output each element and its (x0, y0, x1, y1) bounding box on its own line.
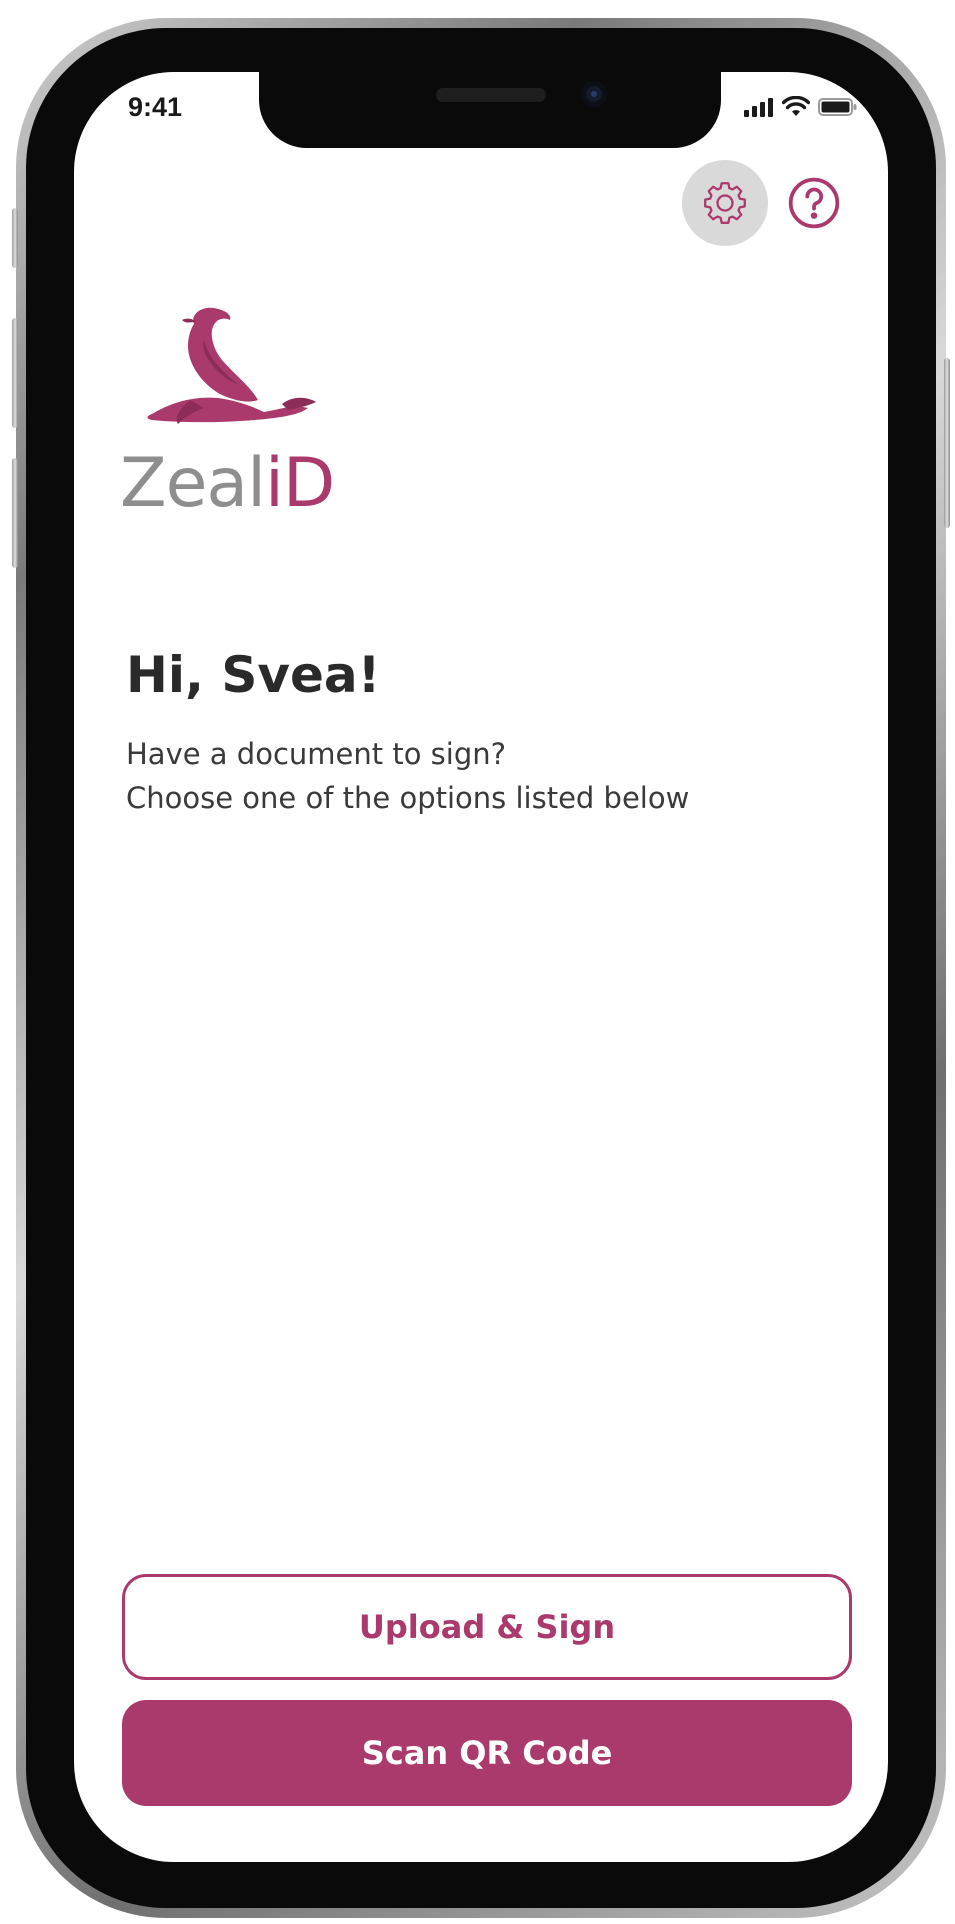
phone-frame: 9:41 ZealiD Hi, Svea! Have a document to… (12, 18, 950, 1918)
phone-side-button (12, 458, 18, 568)
battery-icon (818, 98, 857, 116)
help-button[interactable] (784, 173, 844, 233)
brand-name-part1: Zeal (120, 444, 266, 523)
notch (259, 72, 721, 148)
status-time: 9:41 (128, 92, 183, 122)
phone-bezel: 9:41 ZealiD Hi, Svea! Have a document to… (26, 28, 936, 1908)
question-circle-icon (788, 177, 840, 229)
brand-name-part2: iD (264, 444, 335, 523)
subtitle-line-2: Choose one of the options listed below (126, 781, 690, 815)
phone-side-button (12, 318, 18, 428)
greeting-heading: Hi, Svea! (126, 646, 381, 704)
sea-lion-logo (122, 300, 322, 445)
gear-icon (704, 182, 746, 224)
subtitle-line-1: Have a document to sign? (126, 737, 507, 771)
phone-side-button (12, 208, 18, 268)
cellular-signal-icon (744, 98, 773, 117)
scan-qr-button[interactable]: Scan QR Code (122, 1700, 852, 1806)
speaker-grille (436, 88, 546, 102)
app-screen: 9:41 ZealiD Hi, Svea! Have a document to… (74, 72, 888, 1862)
status-icons (744, 96, 858, 117)
front-camera (581, 81, 607, 107)
top-actions (682, 160, 844, 246)
brand-name: ZealiD (120, 450, 335, 518)
upload-sign-button[interactable]: Upload & Sign (122, 1574, 852, 1680)
wifi-icon (782, 96, 810, 116)
settings-button[interactable] (682, 160, 768, 246)
subtitle: Have a document to sign? Choose one of t… (126, 732, 689, 820)
phone-side-button (944, 358, 950, 528)
